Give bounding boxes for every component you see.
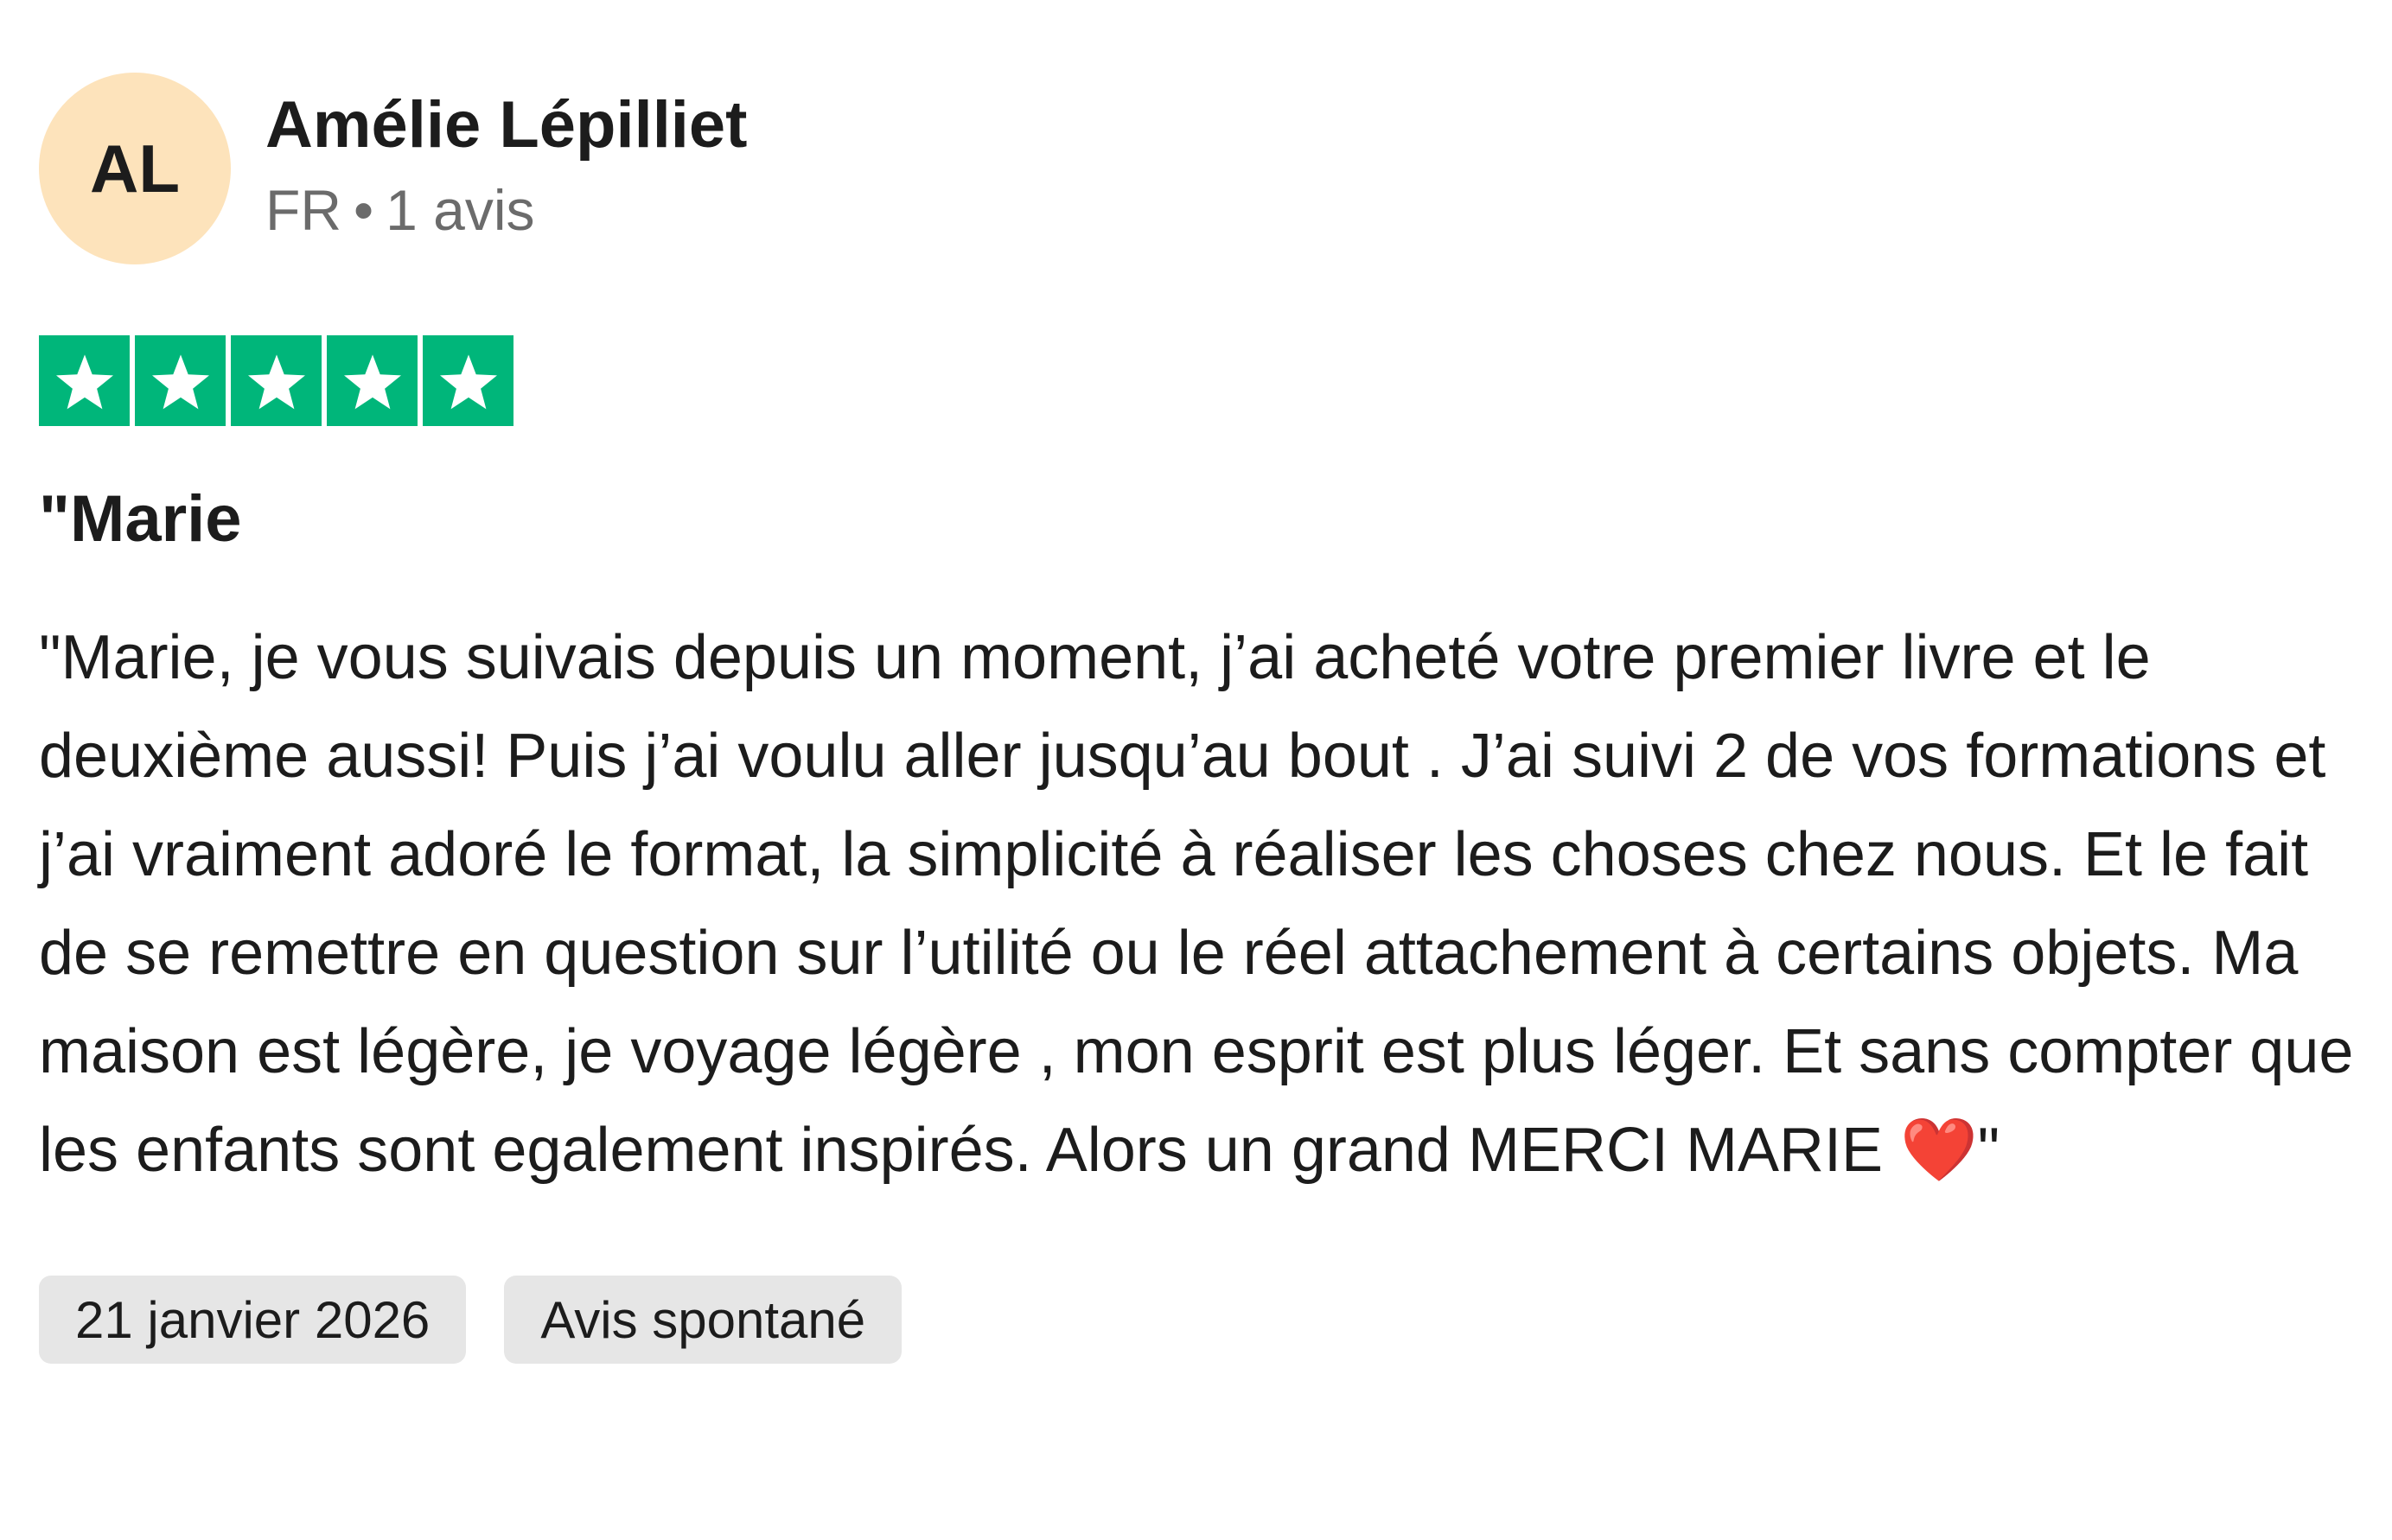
review-header: AL Amélie Lépilliet FR • 1 avis bbox=[39, 73, 2356, 264]
star-5 bbox=[423, 335, 513, 426]
star-1 bbox=[39, 335, 130, 426]
reviewer-country: FR bbox=[265, 178, 341, 242]
review-title[interactable]: "Marie bbox=[39, 480, 2356, 558]
review-body: "Marie, je vous suivais depuis un moment… bbox=[39, 623, 2354, 1186]
star-icon bbox=[343, 353, 401, 409]
reviewer-review-count: 1 avis bbox=[386, 178, 535, 242]
review-card: AL Amélie Lépilliet FR • 1 avis "Marie "Ma… bbox=[39, 73, 2356, 1365]
review-date-badge: 21 janvier 2026 bbox=[39, 1276, 467, 1365]
star-icon bbox=[247, 353, 305, 409]
reviewer-name[interactable]: Amélie Lépilliet bbox=[265, 86, 748, 164]
review-tags: 21 janvier 2026 Avis spontané bbox=[39, 1276, 2356, 1365]
star-2 bbox=[135, 335, 226, 426]
reviewer-meta: FR • 1 avis bbox=[265, 176, 748, 245]
star-icon bbox=[55, 353, 113, 409]
star-icon bbox=[439, 353, 497, 409]
meta-separator: • bbox=[353, 178, 374, 242]
user-info: Amélie Lépilliet FR • 1 avis bbox=[265, 86, 748, 245]
star-rating bbox=[39, 335, 2356, 426]
review-type-badge[interactable]: Avis spontané bbox=[504, 1276, 903, 1365]
star-4 bbox=[327, 335, 418, 426]
star-icon bbox=[151, 353, 209, 409]
avatar-initials: AL bbox=[90, 130, 180, 207]
star-3 bbox=[231, 335, 322, 426]
avatar[interactable]: AL bbox=[39, 73, 231, 264]
